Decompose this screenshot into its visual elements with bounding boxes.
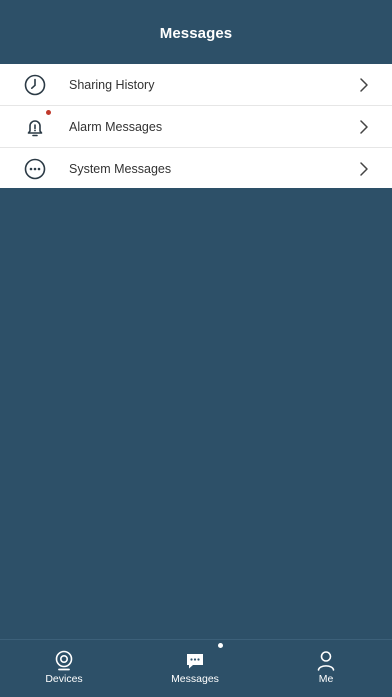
chat-bubble-icon <box>23 157 47 181</box>
camera-icon <box>53 650 75 672</box>
alarm-messages-row[interactable]: Alarm Messages <box>0 105 392 147</box>
bottom-tab-bar: Devices Messages Me <box>0 639 392 697</box>
message-category-list: Sharing History Alarm Messages System Me… <box>0 64 392 188</box>
page-title: Messages <box>159 24 233 42</box>
tab-messages[interactable]: Messages <box>150 640 240 697</box>
sharing-history-label: Sharing History <box>69 77 155 92</box>
system-messages-label: System Messages <box>69 161 172 176</box>
top-bar: Messages <box>0 0 392 64</box>
tab-messages-label: Messages <box>171 673 219 685</box>
system-messages-row[interactable]: System Messages <box>0 147 392 189</box>
bell-icon <box>23 115 47 139</box>
clock-icon <box>23 73 47 97</box>
tab-devices[interactable]: Devices <box>19 640 109 697</box>
chevron-right-icon <box>360 119 368 134</box>
chevron-right-icon <box>360 77 368 92</box>
message-icon <box>184 650 206 672</box>
messages-badge-dot <box>218 643 223 648</box>
chevron-right-icon <box>360 161 368 176</box>
alarm-messages-label: Alarm Messages <box>69 119 163 134</box>
person-icon <box>315 650 337 672</box>
sharing-history-row[interactable]: Sharing History <box>0 64 392 105</box>
tab-me-label: Me <box>318 673 334 685</box>
tab-devices-label: Devices <box>45 673 83 685</box>
tab-me[interactable]: Me <box>281 640 371 697</box>
alarm-badge-dot <box>46 110 51 115</box>
